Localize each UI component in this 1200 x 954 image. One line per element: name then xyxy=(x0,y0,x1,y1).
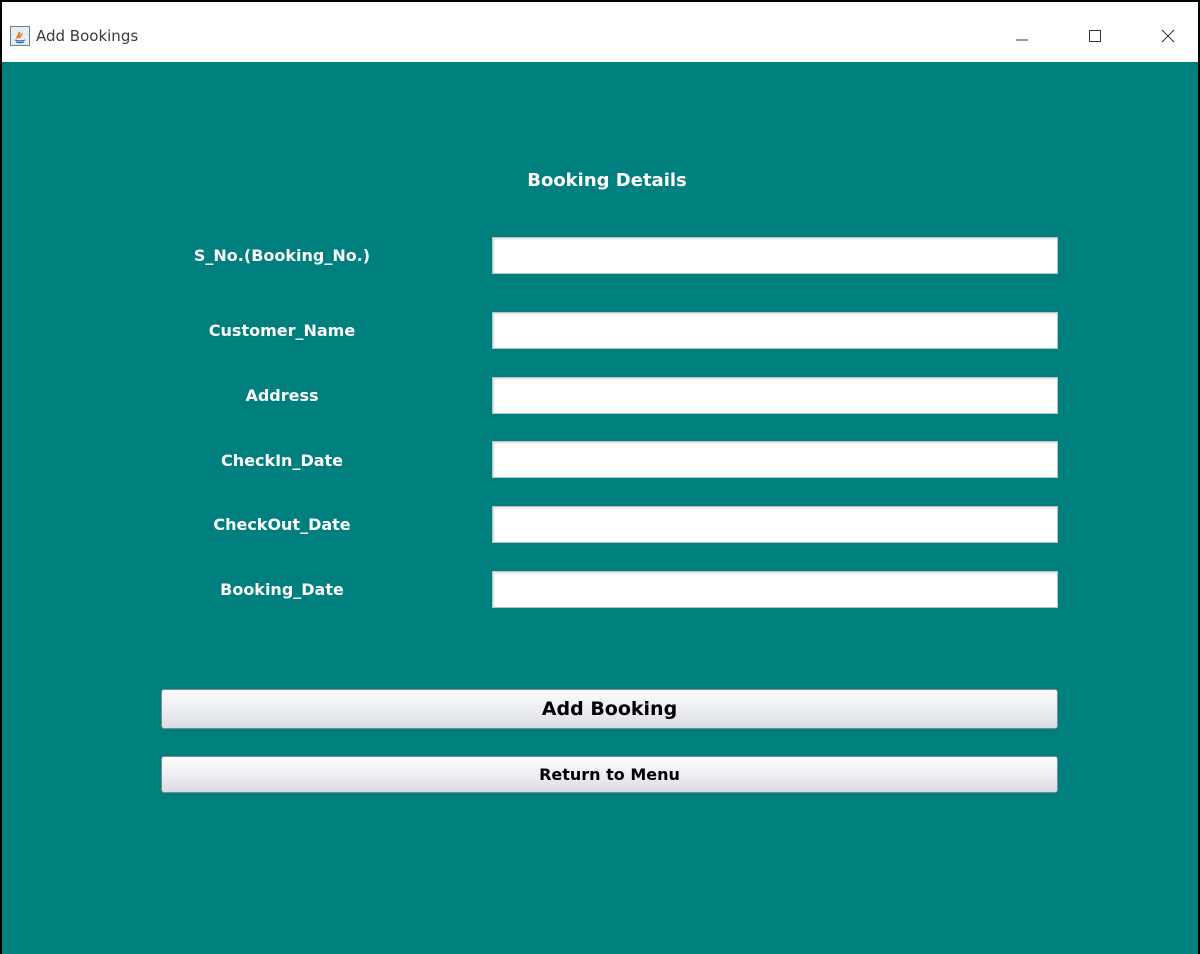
booking-no-input[interactable] xyxy=(492,237,1058,274)
title-bar[interactable]: Add Bookings xyxy=(2,2,1198,60)
java-icon xyxy=(10,26,30,46)
booking-form-panel: Booking Details S_No.(Booking_No.) Custo… xyxy=(2,62,1198,954)
close-icon xyxy=(1160,28,1176,44)
customer-name-label: Customer_Name xyxy=(208,321,356,340)
close-button[interactable] xyxy=(1145,16,1191,56)
booking-date-input[interactable] xyxy=(492,571,1058,608)
add-bookings-window: Add Bookings Booking Details S_No.(Booki… xyxy=(0,0,1200,954)
address-label: Address xyxy=(245,386,319,405)
booking-no-label: S_No.(Booking_No.) xyxy=(193,246,371,265)
checkout-date-input[interactable] xyxy=(492,506,1058,543)
minimize-button[interactable] xyxy=(999,16,1045,56)
return-to-menu-button[interactable]: Return to Menu xyxy=(161,756,1058,793)
minimize-icon xyxy=(1014,28,1030,44)
checkin-date-label: CheckIn_Date xyxy=(220,451,344,470)
form-heading: Booking Details xyxy=(527,170,687,191)
customer-name-input[interactable] xyxy=(492,312,1058,349)
address-input[interactable] xyxy=(492,377,1058,414)
window-title: Add Bookings xyxy=(36,27,139,45)
add-booking-button[interactable]: Add Booking xyxy=(161,689,1058,729)
checkin-date-input[interactable] xyxy=(492,441,1058,478)
maximize-icon xyxy=(1087,28,1103,44)
checkout-date-label: CheckOut_Date xyxy=(213,515,351,534)
maximize-button[interactable] xyxy=(1072,16,1118,56)
booking-date-label: Booking_Date xyxy=(220,580,344,599)
